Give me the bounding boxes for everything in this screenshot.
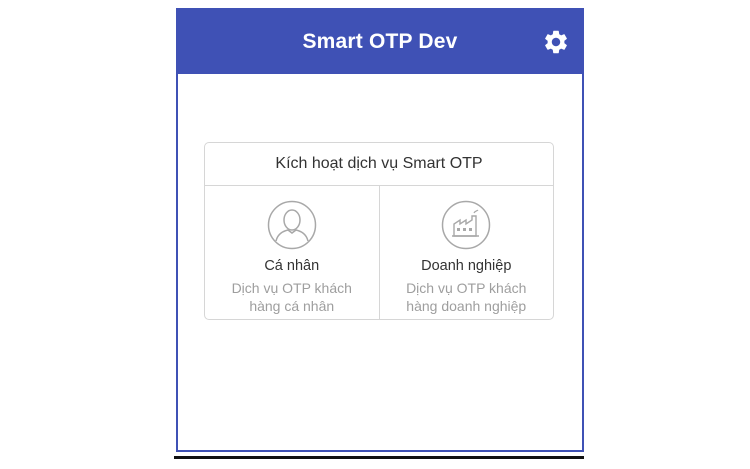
app-screen: Smart OTP Dev Kích hoạt dịch vụ Smart OT… xyxy=(176,8,584,452)
activation-options: Cá nhân Dịch vụ OTP khách hàng cá nhân D… xyxy=(205,186,554,319)
option-business-title: Doanh nghiệp xyxy=(421,258,512,274)
option-personal-desc-line1: Dịch vụ OTP khách xyxy=(231,280,352,296)
option-personal[interactable]: Cá nhân Dịch vụ OTP khách hàng cá nhân xyxy=(205,186,379,319)
option-business-desc-line1: Dịch vụ OTP khách xyxy=(406,280,527,296)
bottom-divider xyxy=(174,456,584,459)
option-business-desc: Dịch vụ OTP khách hàng doanh nghiệp xyxy=(380,279,554,315)
app-bar: Smart OTP Dev xyxy=(176,8,584,74)
activation-heading: Kích hoạt dịch vụ Smart OTP xyxy=(205,143,553,186)
settings-button[interactable] xyxy=(542,28,570,56)
person-icon xyxy=(267,200,316,250)
option-personal-title: Cá nhân xyxy=(264,258,320,274)
factory-icon xyxy=(442,200,491,250)
option-business[interactable]: Doanh nghiệp Dịch vụ OTP khách hàng doan… xyxy=(378,186,554,319)
option-personal-desc: Dịch vụ OTP khách hàng cá nhân xyxy=(205,279,379,315)
gear-icon xyxy=(545,30,567,54)
option-personal-desc-line2: hàng cá nhân xyxy=(249,298,335,314)
option-business-desc-line2: hàng doanh nghiệp xyxy=(406,298,527,314)
activation-card: Kích hoạt dịch vụ Smart OTP Cá nhân Dịch… xyxy=(204,142,554,320)
app-title: Smart OTP Dev xyxy=(302,30,458,53)
